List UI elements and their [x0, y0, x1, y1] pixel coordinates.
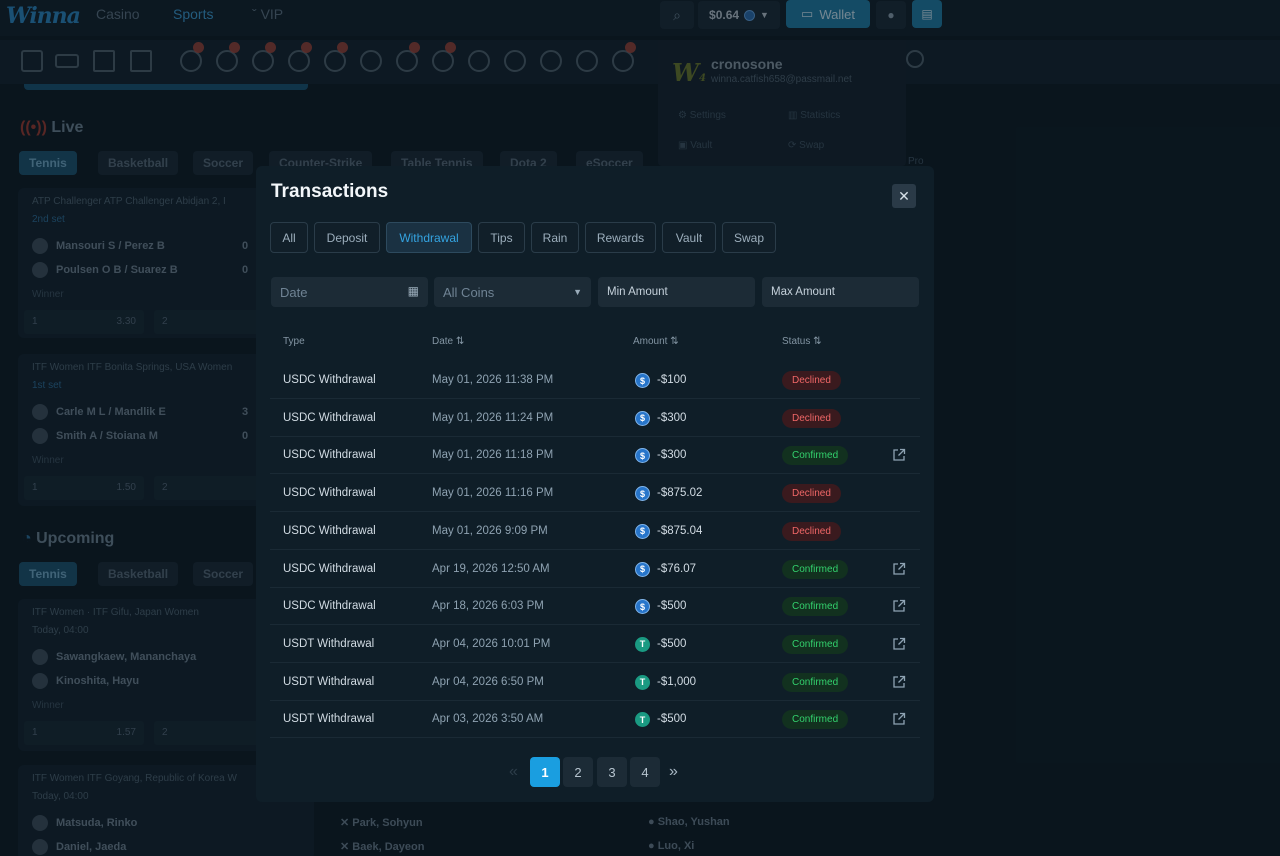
- date-filter-input[interactable]: Date ▦: [271, 277, 428, 307]
- table-row[interactable]: USDC Withdrawal May 01, 2026 11:38 PM $ -$1…: [270, 362, 920, 399]
- transaction-amount: -$100: [657, 374, 687, 386]
- transaction-date: May 01, 2026 9:09 PM: [432, 524, 548, 537]
- status-badge: Declined: [782, 521, 841, 541]
- close-button[interactable]: ✕: [892, 184, 916, 208]
- usdc-coin-icon: $: [635, 523, 650, 539]
- transaction-type: USDC Withdrawal: [283, 562, 376, 575]
- usdc-coin-icon: $: [635, 410, 650, 426]
- status-badge: Confirmed: [782, 446, 849, 466]
- transactions-modal: Transactions ✕ All Deposit Withdrawal Ti…: [256, 166, 934, 802]
- transaction-date: Apr 04, 2026 6:50 PM: [432, 675, 544, 688]
- status-badge: Confirmed: [782, 634, 849, 654]
- usdc-coin-icon: $: [635, 561, 650, 577]
- close-icon: ✕: [898, 187, 910, 204]
- transaction-type: USDC Withdrawal: [283, 374, 376, 386]
- external-link-icon[interactable]: [892, 712, 906, 726]
- status-badge: Confirmed: [782, 597, 849, 617]
- status-badge: Confirmed: [782, 559, 849, 579]
- status-badge: Declined: [782, 408, 841, 428]
- transaction-amount: -$875.04: [657, 524, 703, 537]
- transaction-date: May 01, 2026 11:24 PM: [432, 411, 554, 424]
- status-badge: Declined: [782, 371, 841, 390]
- table-row[interactable]: USDC Withdrawal May 01, 2026 9:09 PM $ -$87…: [270, 513, 920, 550]
- page-button-1[interactable]: 1: [530, 757, 560, 787]
- external-link-icon[interactable]: [892, 448, 906, 462]
- transaction-type: USDT Withdrawal: [283, 713, 375, 726]
- tab-rewards[interactable]: Rewards: [585, 222, 656, 253]
- tab-tips[interactable]: Tips: [478, 222, 525, 253]
- external-link-icon[interactable]: [892, 675, 906, 689]
- transaction-date: Apr 18, 2026 6:03 PM: [432, 600, 544, 613]
- transaction-amount: -$500: [657, 713, 687, 726]
- coin-select[interactable]: All Coins ▼: [434, 277, 591, 307]
- transaction-date: Apr 04, 2026 10:01 PM: [432, 637, 551, 650]
- transaction-amount: -$300: [657, 411, 687, 424]
- table-row[interactable]: USDC Withdrawal May 01, 2026 11:16 PM $ -$8…: [270, 475, 920, 513]
- transaction-amount: -$76.07: [657, 562, 697, 575]
- table-row[interactable]: USDC Withdrawal Apr 18, 2026 6:03 PM $ -$50…: [270, 588, 920, 626]
- status-badge: Declined: [782, 484, 841, 504]
- min-amount-input[interactable]: Min Amount: [598, 277, 755, 307]
- tab-withdrawal[interactable]: Withdrawal: [386, 222, 472, 253]
- page-button-4[interactable]: 4: [630, 757, 660, 787]
- transaction-type: USDC Withdrawal: [283, 487, 376, 500]
- tab-deposit[interactable]: Deposit: [314, 222, 380, 253]
- transaction-date: May 01, 2026 11:38 PM: [432, 374, 554, 386]
- chevron-down-icon: ▼: [573, 287, 582, 297]
- table-row[interactable]: USDT Withdrawal Apr 03, 2026 3:50 AM T -$50…: [270, 701, 920, 739]
- column-status[interactable]: Status ⇅: [782, 336, 822, 347]
- calendar-icon: ▦: [407, 284, 419, 298]
- tab-all[interactable]: All: [270, 222, 308, 253]
- status-badge: Confirmed: [782, 672, 849, 692]
- transaction-date: May 01, 2026 11:18 PM: [432, 449, 554, 462]
- usdt-coin-icon: T: [635, 712, 650, 728]
- usdc-coin-icon: $: [635, 486, 650, 502]
- usdt-coin-icon: T: [635, 674, 650, 690]
- transaction-type: USDT Withdrawal: [283, 675, 375, 688]
- transaction-date: Apr 19, 2026 12:50 AM: [432, 562, 550, 575]
- transaction-amount: -$875.02: [657, 487, 703, 500]
- table-row[interactable]: USDT Withdrawal Apr 04, 2026 6:50 PM T -$1,…: [270, 664, 920, 701]
- tab-vault[interactable]: Vault: [662, 222, 716, 253]
- external-link-icon[interactable]: [892, 599, 906, 613]
- transaction-date: Apr 03, 2026 3:50 AM: [432, 713, 544, 726]
- usdt-coin-icon: T: [635, 636, 650, 652]
- coin-select-value: All Coins: [443, 284, 495, 300]
- modal-title: Transactions: [271, 181, 389, 202]
- transaction-type: USDC Withdrawal: [283, 524, 376, 537]
- table-row[interactable]: USDC Withdrawal Apr 19, 2026 12:50 AM $ -$7…: [270, 551, 920, 588]
- column-date[interactable]: Date ⇅: [432, 336, 464, 347]
- transaction-amount: -$300: [657, 449, 687, 462]
- external-link-icon[interactable]: [892, 637, 906, 651]
- transaction-type: USDC Withdrawal: [283, 600, 376, 613]
- external-link-icon[interactable]: [892, 562, 906, 576]
- column-type: Type: [283, 336, 305, 347]
- status-badge: Confirmed: [782, 710, 849, 730]
- usdc-coin-icon: $: [635, 373, 650, 388]
- transaction-type: USDC Withdrawal: [283, 411, 376, 424]
- usdc-coin-icon: $: [635, 599, 650, 615]
- tab-swap[interactable]: Swap: [722, 222, 776, 253]
- max-amount-input[interactable]: Max Amount: [762, 277, 919, 307]
- table-row[interactable]: USDT Withdrawal Apr 04, 2026 10:01 PM T -$5…: [270, 626, 920, 663]
- table-header: Type Date ⇅ Amount ⇅ Status ⇅: [270, 321, 920, 365]
- tab-rain[interactable]: Rain: [531, 222, 579, 253]
- transaction-amount: -$1,000: [657, 675, 697, 688]
- date-placeholder: Date: [280, 284, 308, 300]
- transaction-type: USDC Withdrawal: [283, 449, 376, 462]
- transaction-amount: -$500: [657, 600, 687, 613]
- usdc-coin-icon: $: [635, 448, 650, 464]
- table-row[interactable]: USDC Withdrawal May 01, 2026 11:24 PM $ -$3…: [270, 400, 920, 437]
- page-button-3[interactable]: 3: [597, 757, 627, 787]
- table-row[interactable]: USDC Withdrawal May 01, 2026 11:18 PM $ -$3…: [270, 437, 920, 475]
- next-page-button[interactable]: »: [669, 763, 678, 781]
- transaction-date: May 01, 2026 11:16 PM: [432, 487, 554, 500]
- transaction-amount: -$500: [657, 637, 687, 650]
- page-button-2[interactable]: 2: [563, 757, 593, 787]
- pagination: « 1 2 3 4 »: [256, 756, 934, 788]
- prev-page-button[interactable]: «: [509, 763, 518, 781]
- transaction-type: USDT Withdrawal: [283, 637, 375, 650]
- column-amount[interactable]: Amount ⇅: [633, 336, 679, 347]
